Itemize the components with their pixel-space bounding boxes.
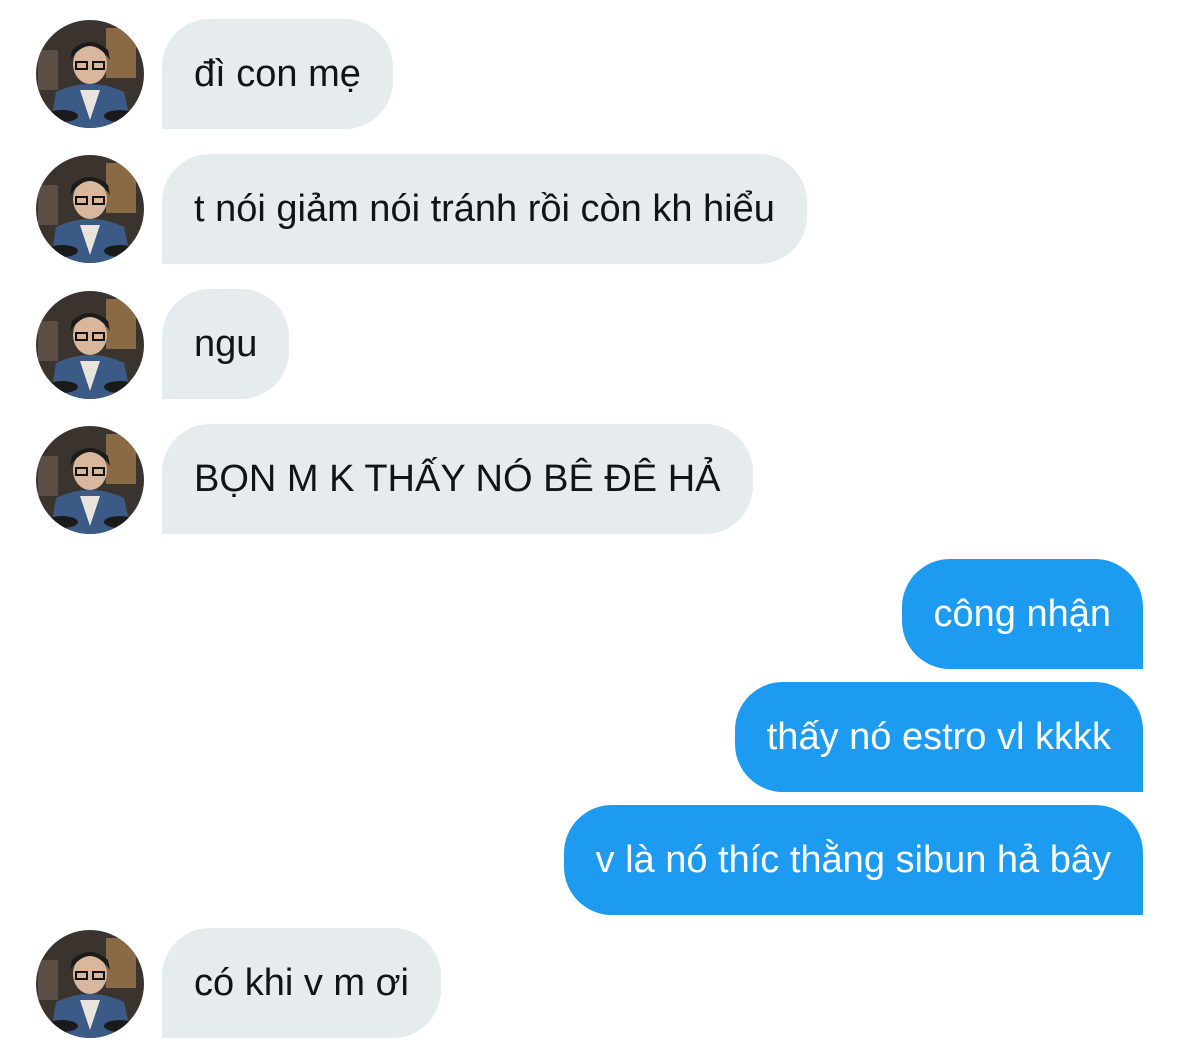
avatar[interactable] (36, 291, 144, 399)
message-text: v là nó thíc thằng sibun hả bây (595, 839, 1111, 881)
message-text: công nhận (933, 593, 1112, 635)
avatar[interactable] (36, 20, 144, 128)
message-text: t nói giảm nói tránh rồi còn kh hiểu (194, 188, 775, 230)
message-bubble-outgoing[interactable]: công nhận (901, 559, 1143, 669)
message-text: có khi v m ơi (194, 962, 409, 1004)
message-bubble-incoming[interactable]: BỌN M K THẤY NÓ BÊ ĐÊ HẢ (162, 424, 753, 534)
message-text: đì con mẹ (194, 53, 361, 95)
message-bubble-incoming[interactable]: ngu (162, 289, 290, 399)
avatar[interactable] (36, 426, 144, 534)
message-text: ngu (194, 323, 258, 365)
message-bubble-outgoing[interactable]: v là nó thíc thằng sibun hả bây (563, 805, 1143, 915)
message-text: thấy nó estro vl kkkk (766, 716, 1111, 758)
avatar[interactable] (36, 155, 144, 263)
dm-conversation: { "messages": [ {"direction": "incoming"… (0, 0, 1179, 1056)
message-bubble-outgoing[interactable]: thấy nó estro vl kkkk (734, 682, 1143, 792)
message-text: BỌN M K THẤY NÓ BÊ ĐÊ HẢ (194, 458, 721, 500)
avatar[interactable] (36, 930, 144, 1038)
message-bubble-incoming[interactable]: đì con mẹ (162, 19, 393, 129)
message-bubble-incoming[interactable]: t nói giảm nói tránh rồi còn kh hiểu (162, 154, 807, 264)
message-bubble-incoming[interactable]: có khi v m ơi (162, 928, 441, 1038)
